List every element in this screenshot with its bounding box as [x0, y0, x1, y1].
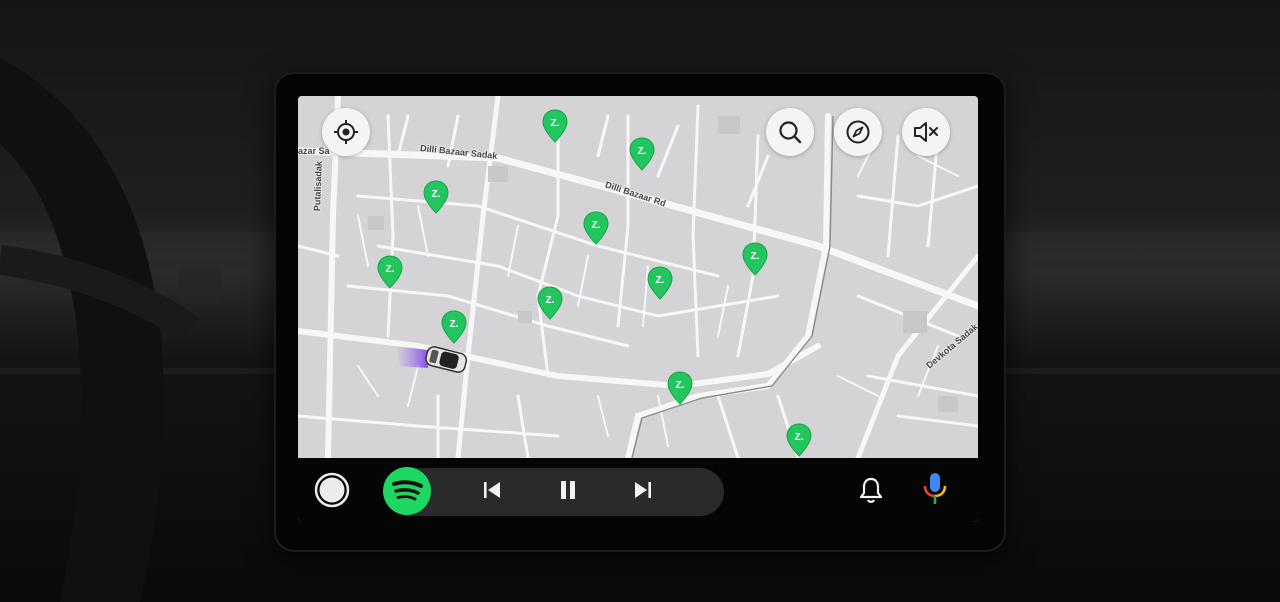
spotify-icon	[383, 467, 431, 515]
svg-text:Z.: Z.	[656, 275, 665, 286]
crosshair-locate-icon	[334, 120, 358, 144]
svg-text:Z.: Z.	[592, 220, 601, 231]
charging-station-pin[interactable]: Z.	[537, 286, 563, 320]
compass-button[interactable]	[834, 108, 882, 156]
home-button[interactable]	[314, 472, 350, 508]
charging-station-pin[interactable]: Z.	[377, 255, 403, 289]
road-label: azar Sa	[298, 146, 330, 156]
vehicle-location-icon	[396, 346, 468, 373]
spotify-app-button[interactable]	[383, 467, 431, 515]
svg-text:Z.: Z.	[751, 251, 760, 262]
charging-station-pin[interactable]: Z.	[742, 242, 768, 276]
search-button[interactable]	[766, 108, 814, 156]
road-label: Putalisadak	[312, 160, 324, 212]
home-circle-icon	[314, 472, 350, 508]
svg-text:Z.: Z.	[551, 118, 560, 129]
app-dock	[298, 458, 978, 522]
svg-text:Z.: Z.	[676, 380, 685, 391]
previous-track-button[interactable]	[478, 476, 506, 504]
svg-text:Z.: Z.	[795, 432, 804, 443]
svg-text:Z.: Z.	[546, 295, 555, 306]
search-icon	[779, 121, 802, 144]
volume-muted-icon	[914, 122, 938, 142]
next-track-icon	[635, 482, 651, 498]
navigation-map[interactable]: Dilli Bazaar Sadak Dilli Bazaar Rd Putal…	[298, 96, 978, 458]
svg-text:Z.: Z.	[432, 189, 441, 200]
notifications-button[interactable]	[856, 474, 886, 506]
bell-icon	[859, 477, 883, 503]
pause-button[interactable]	[554, 476, 582, 504]
recenter-button[interactable]	[322, 108, 370, 156]
svg-text:Z.: Z.	[450, 319, 459, 330]
next-track-button[interactable]	[629, 476, 657, 504]
voice-assistant-button[interactable]	[918, 470, 952, 508]
microphone-icon	[923, 473, 947, 504]
svg-text:Z.: Z.	[386, 264, 395, 275]
charging-station-pin[interactable]: Z.	[647, 266, 673, 300]
charging-station-pin[interactable]: Z.	[542, 109, 568, 143]
head-unit-screen: Dilli Bazaar Sadak Dilli Bazaar Rd Putal…	[298, 96, 978, 522]
pause-icon	[561, 481, 575, 499]
charging-station-pin[interactable]: Z.	[667, 371, 693, 405]
previous-track-icon	[484, 482, 500, 498]
charging-station-pin[interactable]: Z.	[786, 423, 812, 457]
svg-text:Z.: Z.	[638, 146, 647, 157]
charging-station-pin[interactable]: Z.	[629, 137, 655, 171]
compass-icon	[846, 120, 870, 144]
charging-station-pin[interactable]: Z.	[423, 180, 449, 214]
mute-button[interactable]	[902, 108, 950, 156]
charging-station-pin[interactable]: Z.	[583, 211, 609, 245]
